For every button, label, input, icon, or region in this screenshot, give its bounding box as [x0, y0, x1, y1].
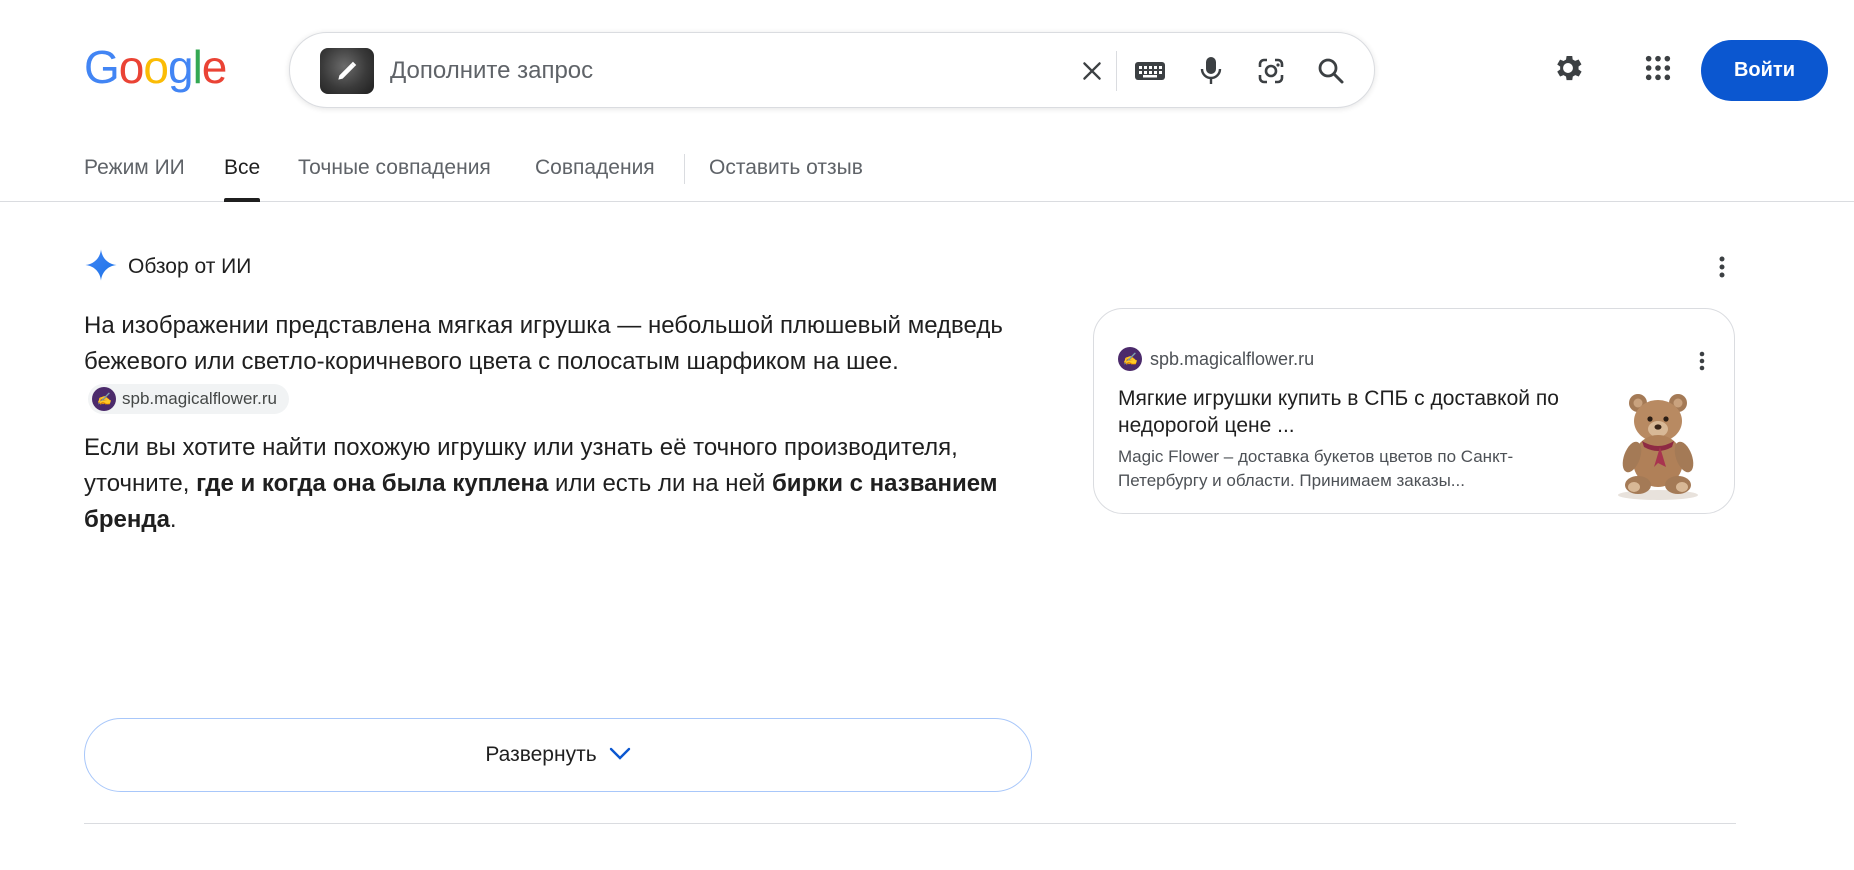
tab-feedback[interactable]: Оставить отзыв	[709, 156, 863, 202]
site-favicon-icon: ✍	[92, 387, 116, 411]
more-options-icon[interactable]	[1692, 349, 1712, 373]
expand-button-label: Развернуть	[485, 743, 597, 766]
ai-paragraph-text: На изображении представлена мягкая игруш…	[84, 312, 1003, 375]
google-logo[interactable]: Google	[84, 41, 228, 93]
ai-overview-body: На изображении представлена мягкая игруш…	[84, 308, 1034, 538]
gear-icon[interactable]	[1550, 50, 1586, 86]
ai-text-part: или есть ли на ней	[548, 470, 772, 497]
gemini-sparkle-icon	[84, 248, 118, 287]
more-options-icon[interactable]	[1710, 254, 1734, 280]
logo-letter: e	[201, 41, 228, 93]
tab-matches[interactable]: Совпадения	[535, 156, 655, 202]
ai-text-part: .	[169, 506, 177, 533]
source-card-snippet: Magic Flower – доставка букетов цветов п…	[1118, 447, 1514, 490]
expand-button[interactable]: Развернуть	[84, 718, 1032, 792]
microphone-icon[interactable]	[1193, 53, 1229, 89]
ai-overview-title: Обзор от ИИ	[128, 255, 252, 278]
search-icon[interactable]	[1313, 53, 1349, 89]
source-card-title[interactable]: Мягкие игрушки купить в СПБ с доставкой …	[1118, 385, 1578, 439]
teddy-bear-thumbnail	[1608, 383, 1708, 503]
search-divider	[1116, 51, 1117, 91]
ai-paragraph: Если вы хотите найти похожую игрушку или…	[84, 430, 1034, 538]
chevron-down-icon	[609, 743, 631, 767]
source-chip[interactable]: ✍ spb.magicalflower.ru	[88, 384, 289, 414]
tab-separator	[684, 154, 685, 184]
tab-ai-mode[interactable]: Режим ИИ	[84, 156, 185, 202]
ai-paragraph: На изображении представлена мягкая игруш…	[84, 308, 1034, 416]
tab-all[interactable]: Все	[224, 156, 261, 202]
logo-letter: l	[192, 41, 203, 93]
logo-letter: g	[167, 41, 194, 93]
ai-text-bold: где и когда она была куплена	[196, 470, 549, 497]
clear-icon[interactable]	[1074, 53, 1110, 89]
ai-overview-header: Обзор от ИИ	[84, 248, 252, 287]
divider	[84, 823, 1736, 824]
search-box	[289, 32, 1375, 108]
apps-grid-icon[interactable]	[1640, 50, 1676, 86]
source-chip-label: spb.magicalflower.ru	[122, 389, 277, 408]
source-card-site-label: spb.magicalflower.ru	[1150, 348, 1315, 369]
logo-letter: o	[143, 41, 169, 93]
image-thumbnail-edit-icon[interactable]	[320, 48, 374, 94]
logo-letter: o	[118, 41, 145, 93]
site-favicon-icon: ✍	[1118, 347, 1142, 371]
source-card[interactable]: ✍ spb.magicalflower.ru Мягкие игрушки ку…	[1093, 308, 1735, 514]
source-card-site: ✍ spb.magicalflower.ru	[1118, 347, 1314, 371]
search-tabs: Режим ИИ Все Точные совпадения Совпадени…	[0, 150, 1854, 202]
google-lens-icon[interactable]	[1253, 53, 1289, 89]
tab-exact-matches[interactable]: Точные совпадения	[298, 156, 491, 202]
search-input[interactable]	[390, 53, 1030, 89]
logo-letter: G	[84, 41, 120, 93]
keyboard-icon[interactable]	[1132, 53, 1168, 89]
signin-button[interactable]: Войти	[1701, 40, 1828, 101]
